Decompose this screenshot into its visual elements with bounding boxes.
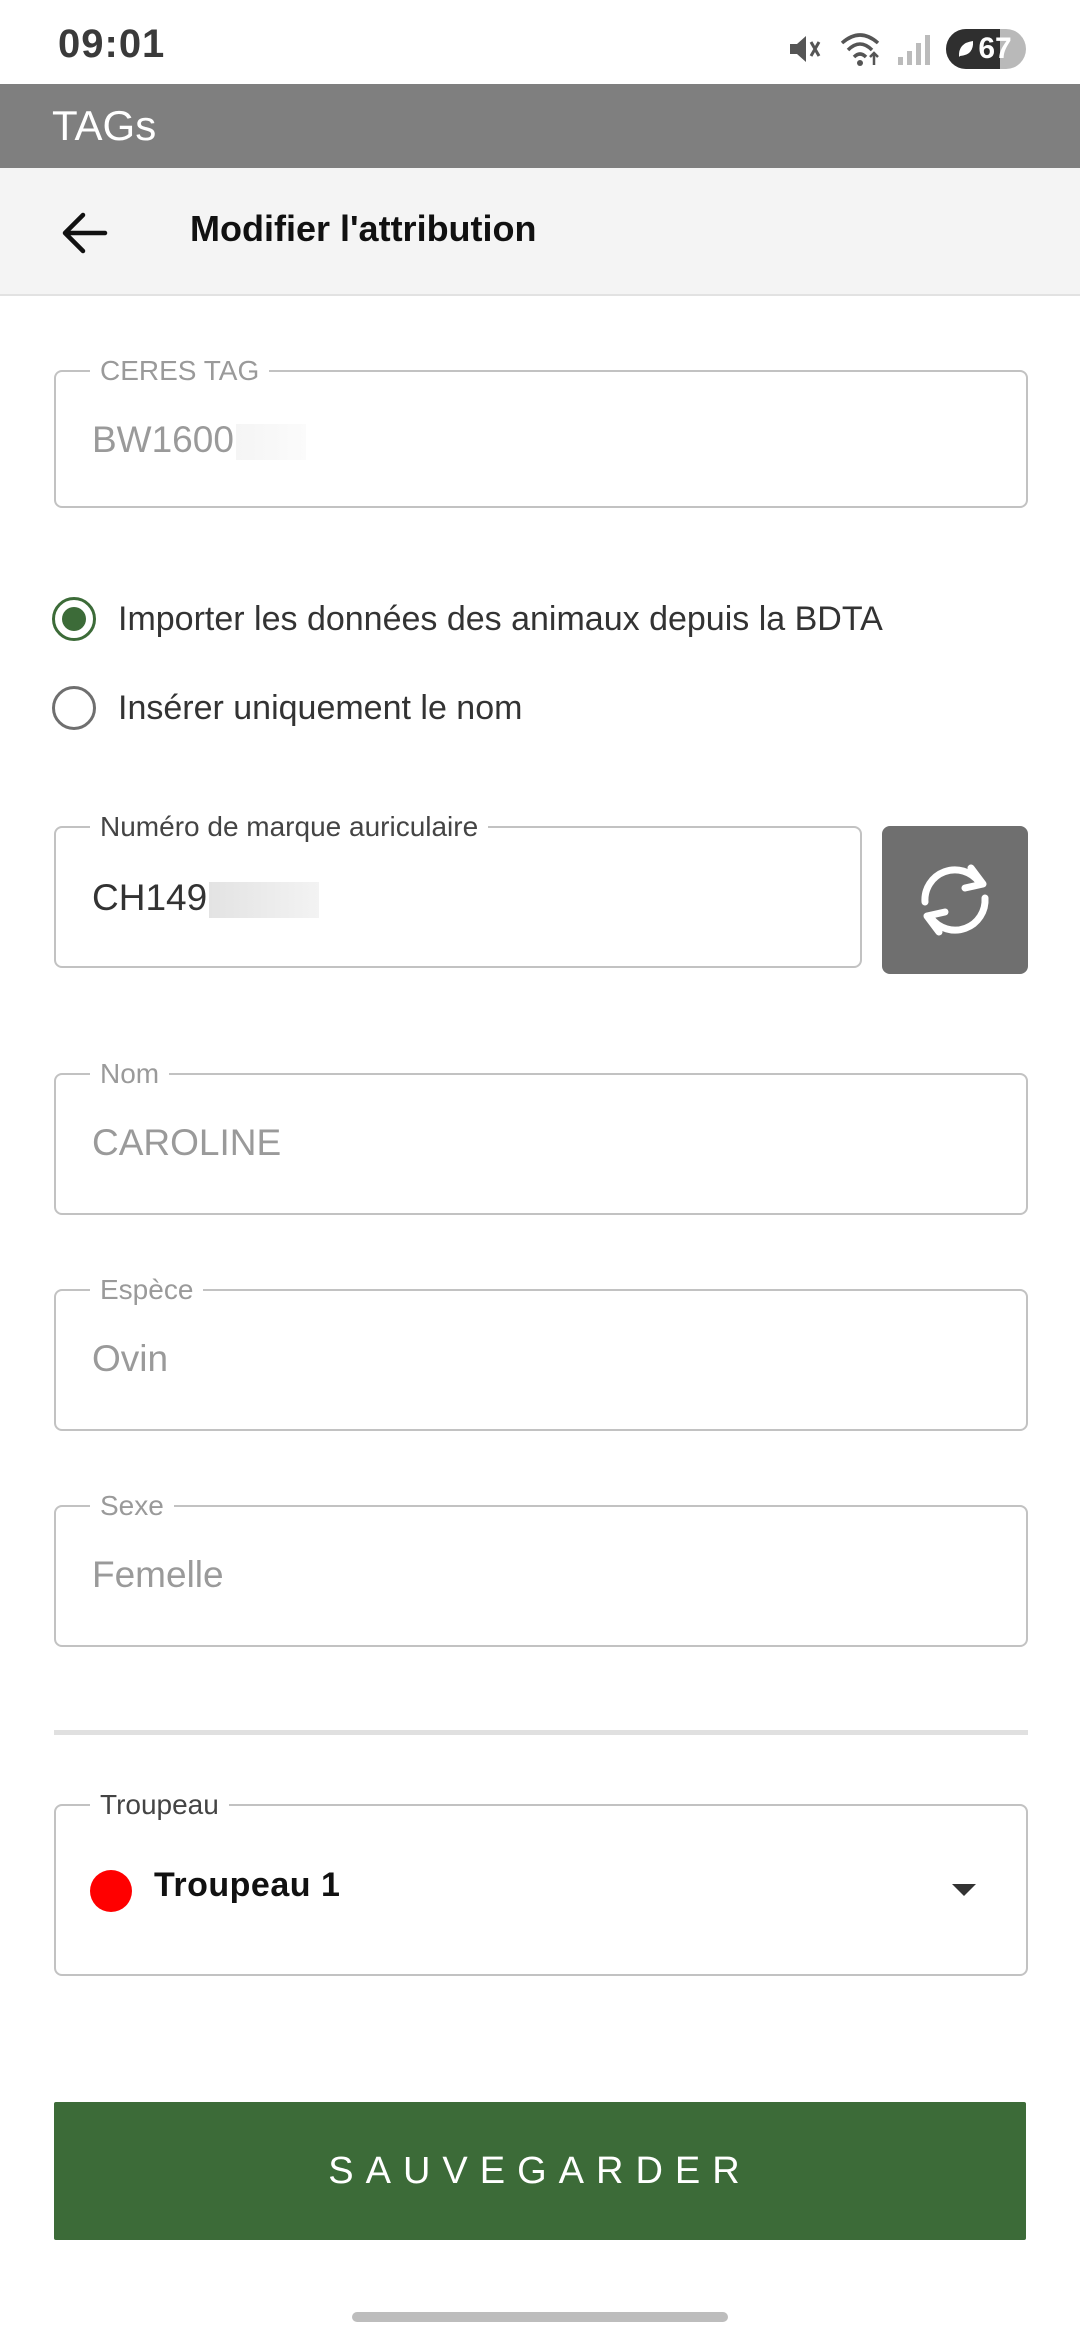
ear-tag-field[interactable]: Numéro de marque auriculaire CH149 [54, 810, 862, 968]
radio-name-only-label: Insérer uniquement le nom [118, 688, 523, 727]
status-bar: 09:01 67 [0, 0, 1080, 84]
redacted-block [235, 424, 306, 461]
arrow-left-icon [62, 212, 108, 254]
radio-import-bdta-label: Importer les données des animaux depuis … [118, 599, 883, 638]
screen: 09:01 67 TAGs Modifier l'attribution CER… [0, 0, 1080, 2340]
app-title: TAGs [52, 102, 157, 149]
herd-value: Troupeau 1 [154, 1866, 341, 1904]
radio-button-checked[interactable] [52, 597, 96, 641]
status-time: 09:01 [58, 22, 166, 66]
signal-icon [896, 29, 932, 69]
back-button[interactable] [50, 198, 120, 268]
refresh-icon [921, 864, 989, 936]
redacted-block [209, 882, 320, 919]
name-label: Nom [90, 1057, 170, 1091]
radio-button-unchecked[interactable] [52, 686, 96, 730]
ceres-tag-label: CERES TAG [90, 354, 270, 388]
species-label: Espèce [90, 1273, 204, 1307]
ear-tag-label: Numéro de marque auriculaire [90, 810, 489, 844]
radio-name-only[interactable]: Insérer uniquement le nom [52, 683, 522, 733]
herd-label: Troupeau [90, 1788, 229, 1822]
herd-color-dot [90, 1870, 132, 1912]
page-title: Modifier l'attribution [190, 208, 537, 249]
caret-down-icon[interactable] [952, 1884, 976, 1896]
ear-tag-input[interactable]: CH149 [92, 874, 320, 922]
name-value: CAROLINE [92, 1122, 282, 1163]
herd-select[interactable]: Troupeau Troupeau 1 [54, 1788, 1028, 1976]
ceres-tag-text: BW1600 [92, 419, 234, 460]
species-field: Espèce Ovin [54, 1273, 1028, 1431]
sub-header: Modifier l'attribution [0, 168, 1080, 296]
name-field: Nom CAROLINE [54, 1057, 1028, 1215]
sex-field: Sexe Femelle [54, 1489, 1028, 1647]
battery-level: 67 [978, 32, 1012, 65]
refresh-button[interactable] [882, 826, 1028, 974]
battery-icon: 67 [946, 29, 1026, 69]
save-button[interactable]: SAUVEGARDER [54, 2102, 1026, 2240]
ceres-tag-field: CERES TAG BW1600 [54, 354, 1028, 508]
mute-icon [784, 29, 824, 69]
sex-value: Femelle [92, 1554, 224, 1595]
status-icons: 67 [784, 26, 1026, 72]
divider [54, 1730, 1028, 1735]
radio-import-bdta[interactable]: Importer les données des animaux depuis … [52, 594, 883, 644]
ceres-tag-value: BW1600 [92, 416, 306, 464]
home-indicator[interactable] [352, 2312, 728, 2322]
app-bar: TAGs [0, 84, 1080, 168]
species-value: Ovin [92, 1338, 169, 1379]
wifi-icon [838, 29, 882, 69]
ear-tag-text: CH149 [92, 877, 208, 918]
sex-label: Sexe [90, 1489, 174, 1523]
